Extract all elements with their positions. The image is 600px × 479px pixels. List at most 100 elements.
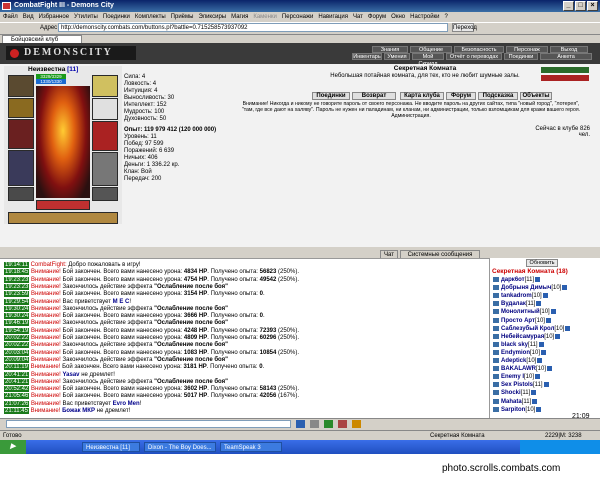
menu-item[interactable]: Вид <box>23 14 34 20</box>
room-button[interactable]: Форум <box>446 92 476 100</box>
filter-icon[interactable] <box>338 420 347 428</box>
helmet-slot[interactable] <box>8 75 34 97</box>
topnav2-item[interactable]: Инвентарь <box>352 53 382 60</box>
player-link[interactable]: Yasav <box>63 372 80 378</box>
user-row[interactable]: Endymion[10] <box>493 349 547 357</box>
boots-slot[interactable] <box>92 187 118 201</box>
user-name[interactable]: Shocki <box>501 390 521 396</box>
info-icon[interactable] <box>538 341 544 347</box>
menu-item[interactable]: Форум <box>368 14 386 20</box>
start-button[interactable]: ▶ <box>0 440 26 454</box>
topnav-item[interactable]: Знания <box>372 46 408 53</box>
user-row[interactable]: Sarpiton[10] <box>493 406 542 414</box>
topnav2-item[interactable]: Умения <box>384 53 410 60</box>
user-row[interactable]: Просто Арт[10] <box>493 317 551 325</box>
menu-item[interactable]: Чат <box>353 14 363 20</box>
user-name[interactable]: Просто Арт <box>501 318 535 324</box>
user-row[interactable]: Adeptick[10] <box>493 358 543 365</box>
player-link[interactable]: Божак МКР <box>62 408 95 414</box>
user-name[interactable]: Вудалак <box>501 301 526 307</box>
user-name[interactable]: дарк6от <box>501 277 525 283</box>
character-name[interactable]: Неизвестна [11] <box>28 66 78 73</box>
menu-item[interactable]: Избранное <box>39 14 69 20</box>
topnav2-item[interactable]: Анкета <box>540 53 592 60</box>
shield-slot[interactable] <box>92 152 118 186</box>
player-link[interactable]: M E C <box>113 299 130 305</box>
gloves-slot[interactable] <box>92 121 118 151</box>
menu-item[interactable]: Персонажи <box>282 14 313 20</box>
room-button[interactable]: Карта клуба <box>400 92 444 100</box>
user-name[interactable]: black sky <box>501 342 528 348</box>
player-link[interactable]: Evro Men <box>113 401 140 407</box>
user-name[interactable]: Саблезубый Крол <box>501 326 554 332</box>
task-game[interactable]: Неизвестна [11] <box>82 442 140 452</box>
go-button[interactable]: Переход <box>452 23 477 32</box>
clear-icon[interactable] <box>310 420 319 428</box>
user-name[interactable]: Mahata <box>501 399 522 405</box>
topnav2-item[interactable]: Мой Скрилл <box>412 53 444 67</box>
refresh-button[interactable]: Обновить <box>526 259 558 267</box>
info-icon[interactable] <box>536 406 542 412</box>
user-name[interactable]: tankadrom <box>501 293 532 299</box>
user-row[interactable]: дарк6от[11] <box>493 277 541 284</box>
user-row[interactable]: black sky[11] <box>493 341 544 349</box>
info-icon[interactable] <box>547 366 553 372</box>
user-name[interactable]: Adeptick <box>501 358 526 364</box>
menu-item[interactable]: Комплекты <box>135 14 166 20</box>
address-input[interactable]: http://demonscity.combats.com/buttons.pl… <box>58 23 448 32</box>
menu-item[interactable]: Каменки <box>253 14 277 20</box>
user-name[interactable]: Небейсамурая <box>501 334 544 340</box>
user-name[interactable]: Enemy I <box>501 374 524 380</box>
close-button[interactable]: × <box>587 1 598 11</box>
amulet-slot[interactable] <box>8 98 34 118</box>
user-name[interactable]: Добрыня Димыч <box>501 285 551 291</box>
info-icon[interactable] <box>541 349 547 355</box>
user-row[interactable]: Enemy I[10] <box>493 374 541 381</box>
info-icon[interactable] <box>535 374 541 380</box>
menu-item[interactable]: Поединки <box>103 14 130 20</box>
info-icon[interactable] <box>555 333 561 339</box>
sound-icon[interactable] <box>352 420 361 428</box>
potion-slots[interactable] <box>8 212 118 224</box>
maximize-button[interactable]: □ <box>575 1 586 11</box>
user-row[interactable]: Mahata[11] <box>493 398 538 406</box>
user-row[interactable]: Добрыня Димыч[10] <box>493 285 568 292</box>
topnav-item[interactable]: Персонаж <box>506 46 548 53</box>
info-icon[interactable] <box>536 301 542 307</box>
user-row[interactable]: tankadrom[10] <box>493 293 548 300</box>
browser-tab[interactable]: Бойцовский клуб <box>2 35 82 43</box>
topnav2-item[interactable]: Поединки <box>504 53 538 60</box>
menu-item[interactable]: Магия <box>231 14 248 20</box>
info-icon[interactable] <box>545 317 551 323</box>
chat-input[interactable] <box>6 420 291 428</box>
menu-item[interactable]: Файл <box>3 14 18 20</box>
user-name[interactable]: Sex Pistols <box>501 382 533 388</box>
user-name[interactable]: Endymion <box>501 350 530 356</box>
user-row[interactable]: Sex Pistols[11] <box>493 382 549 389</box>
info-icon[interactable] <box>562 285 568 291</box>
user-row[interactable]: Саблезубый Крол[10] <box>493 325 571 333</box>
topnav-item[interactable]: Общение <box>410 46 452 53</box>
belt-slot[interactable] <box>8 187 34 201</box>
send-icon[interactable] <box>296 420 305 428</box>
armor-slot[interactable] <box>8 150 34 186</box>
info-icon[interactable] <box>542 293 548 299</box>
minimize-button[interactable]: _ <box>563 1 574 11</box>
info-icon[interactable] <box>535 277 541 282</box>
user-name[interactable]: Монолитный <box>501 309 540 315</box>
user-name[interactable]: BAKALAWR <box>501 366 536 372</box>
ring-slot[interactable] <box>92 98 118 120</box>
smile-icon[interactable] <box>324 420 333 428</box>
topnav2-item[interactable]: Отчёт о переводах <box>446 53 502 60</box>
earring-slot[interactable] <box>92 75 118 97</box>
user-row[interactable]: BAKALAWR[10] <box>493 366 553 373</box>
weapon-slot[interactable] <box>8 119 34 149</box>
info-icon[interactable] <box>550 309 556 315</box>
user-row[interactable]: Вудалак[11] <box>493 301 542 308</box>
room-button[interactable]: Поединки <box>312 92 350 100</box>
info-icon[interactable] <box>543 382 549 388</box>
task-player[interactable]: Dixon - The Boy Does... <box>144 442 216 452</box>
topnav-item[interactable]: Безопасность <box>454 46 504 53</box>
info-icon[interactable] <box>531 390 537 396</box>
room-button[interactable]: Возврат <box>352 92 396 100</box>
